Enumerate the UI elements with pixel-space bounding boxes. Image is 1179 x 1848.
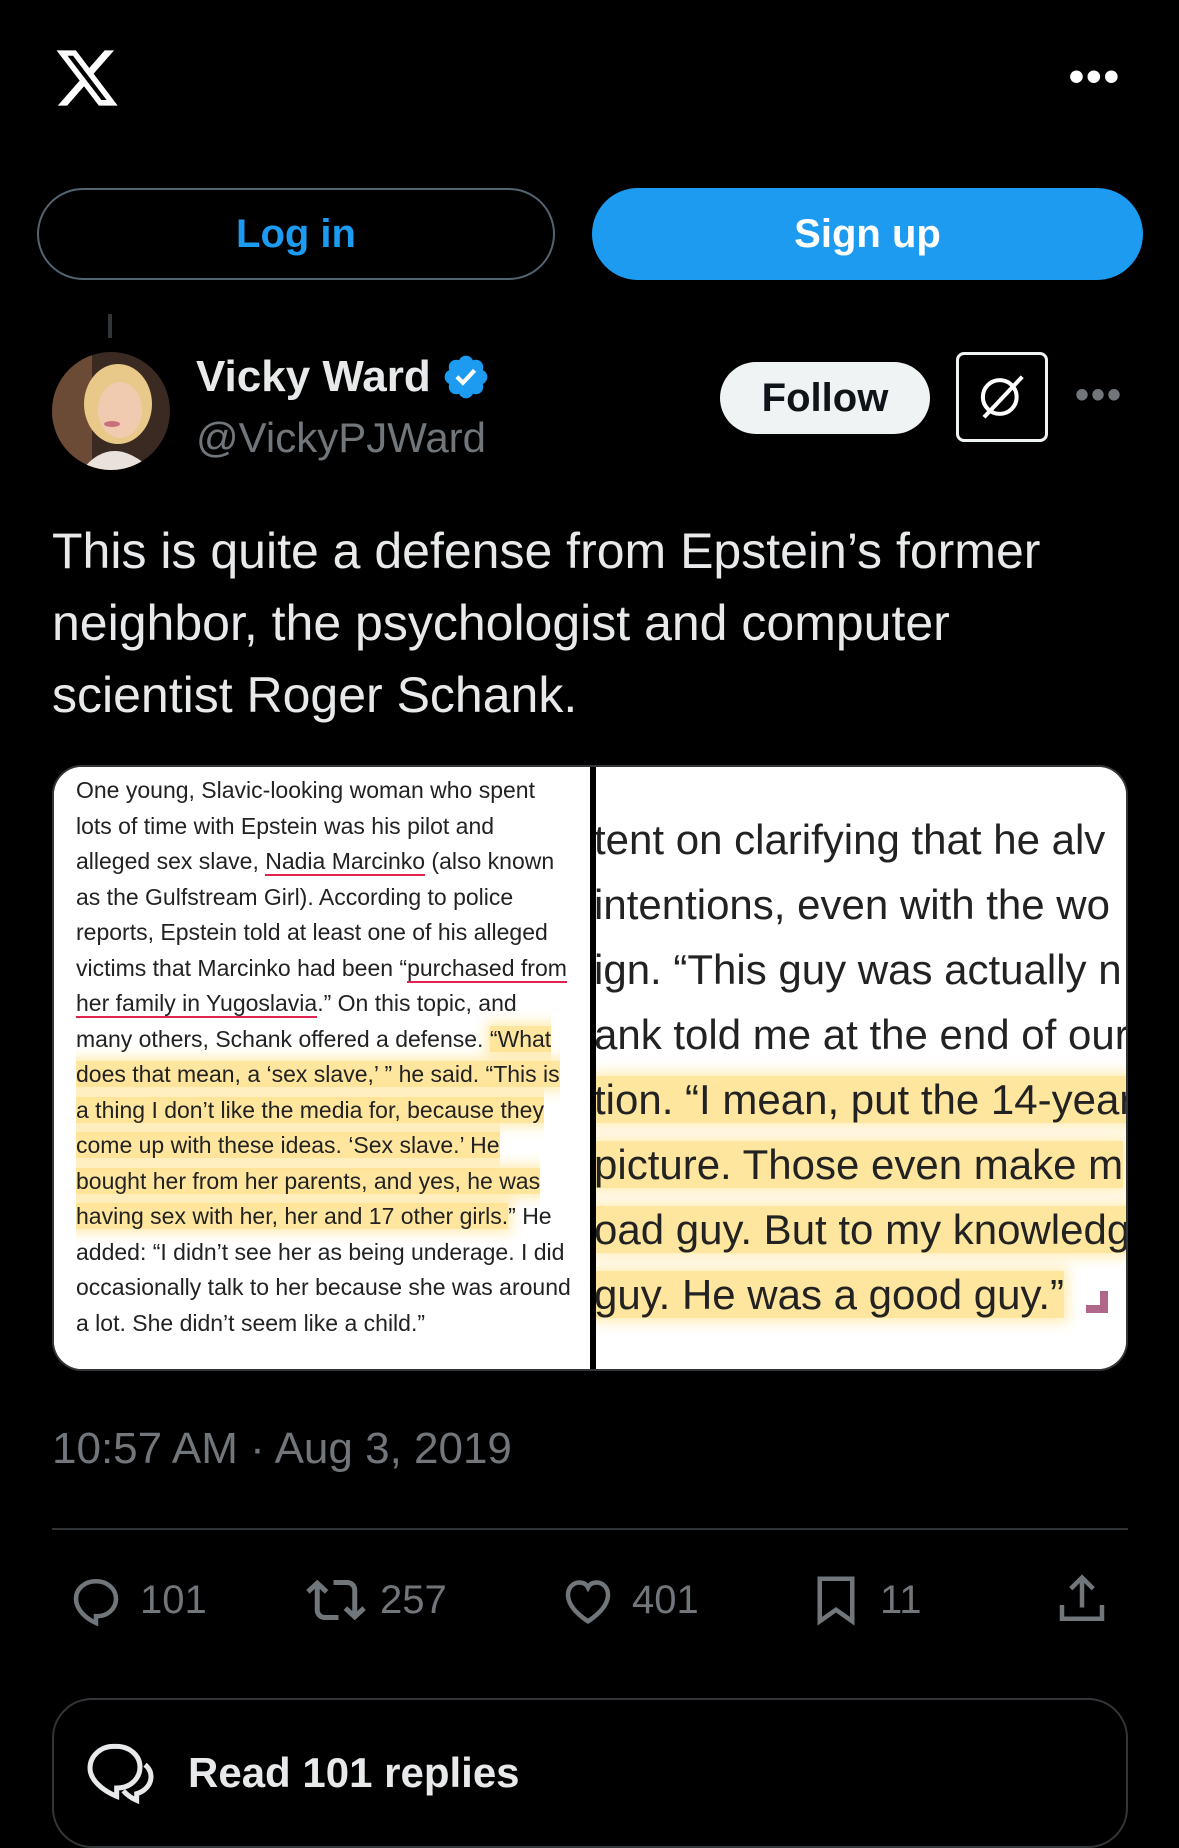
article-end-mark-icon — [1086, 1291, 1108, 1313]
reply-button[interactable]: 101 — [66, 1570, 207, 1630]
repost-icon — [306, 1579, 366, 1621]
media-left-excerpt: One young, Slavic-looking woman who spen… — [54, 767, 590, 1369]
reply-count: 101 — [140, 1577, 207, 1622]
post-more-options-icon[interactable]: ••• — [1075, 375, 1123, 415]
follow-button[interactable]: Follow — [720, 362, 930, 434]
excerpt-line: ign. “This guy was actually n — [596, 946, 1122, 993]
share-icon — [1059, 1574, 1105, 1621]
read-replies-label: Read 101 replies — [188, 1749, 520, 1796]
login-button[interactable]: Log in — [37, 188, 555, 280]
replies-bubble-icon — [87, 1743, 154, 1805]
post-timestamp[interactable]: 10:57 AM · Aug 3, 2019 — [52, 1424, 512, 1474]
signup-button[interactable]: Sign up — [592, 188, 1143, 280]
post-text: This is quite a defense from Epstein’s f… — [52, 523, 1041, 723]
x-logo-icon[interactable] — [50, 44, 124, 112]
excerpt-line: tion. “I mean, put the 14-year — [596, 1076, 1126, 1123]
reply-icon — [73, 1579, 119, 1627]
read-replies-button[interactable]: Read 101 replies — [52, 1698, 1128, 1848]
author-handle[interactable]: @VickyPJWard — [196, 414, 486, 462]
media-right-excerpt: tent on clarifying that he alv intention… — [596, 767, 1126, 1369]
repost-count: 257 — [380, 1577, 447, 1622]
thread-connector-line — [108, 314, 112, 338]
divider — [52, 1528, 1128, 1530]
repost-button[interactable]: 257 — [306, 1570, 447, 1630]
excerpt-line: intentions, even with the wo — [596, 881, 1110, 928]
excerpt-line: oad guy. But to my knowledg — [596, 1206, 1126, 1253]
excerpt-line: tent on clarifying that he alv — [596, 816, 1106, 863]
bookmark-icon — [817, 1576, 855, 1626]
excerpt-line: picture. Those even make m — [596, 1141, 1124, 1188]
excerpt-link: Nadia Marcinko — [265, 848, 426, 876]
share-button[interactable] — [1052, 1570, 1112, 1630]
verified-badge-icon — [444, 355, 488, 399]
author-name-row: Vicky Ward — [196, 352, 491, 402]
like-count: 401 — [632, 1577, 699, 1622]
heart-icon — [565, 1580, 611, 1624]
like-button[interactable]: 401 — [558, 1570, 699, 1630]
grok-icon[interactable] — [956, 352, 1048, 442]
bookmark-count: 11 — [880, 1577, 922, 1622]
avatar[interactable] — [52, 352, 170, 470]
post-media-image[interactable]: One young, Slavic-looking woman who spen… — [52, 765, 1128, 1371]
excerpt-line: guy. He was a good guy.” — [596, 1271, 1065, 1318]
bookmark-button[interactable]: 11 — [806, 1570, 922, 1630]
excerpt-line: ank told me at the end of our — [596, 1011, 1126, 1058]
excerpt-highlight: “What does that mean, a ‘sex slave,’ ” h… — [76, 1025, 560, 1229]
more-options-icon[interactable]: ••• — [1069, 55, 1121, 99]
author-name[interactable]: Vicky Ward — [196, 352, 431, 402]
